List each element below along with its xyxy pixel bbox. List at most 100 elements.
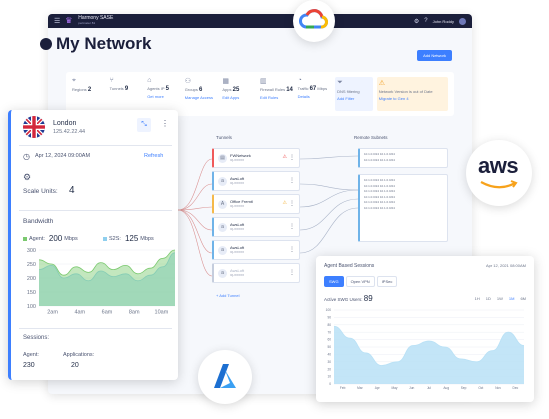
- more-options-icon[interactable]: ⋮: [289, 200, 295, 207]
- y-tick-label: 100: [27, 304, 36, 310]
- google-cloud-badge: [293, 0, 335, 42]
- x-tick-label: Jun: [409, 386, 414, 390]
- x-tick-label: Jul: [427, 386, 431, 390]
- y-tick-label: 30: [327, 360, 331, 364]
- clock-icon: ◷: [23, 152, 30, 161]
- tunnel-item[interactable]: a AwsLoft IQ-XXXXX ⋮: [212, 240, 300, 260]
- subnet-group[interactable]: 10.1.0.0/24 10.1.0.0/24 10.1.0.0/24 10.1…: [358, 174, 448, 242]
- scale-units-icon: ⚙: [23, 172, 32, 182]
- more-options-icon[interactable]: ⋮: [289, 223, 295, 230]
- sessions-app-value: 20: [71, 362, 79, 369]
- add-tunnel-link[interactable]: + Add Tunnel: [216, 293, 239, 298]
- time-range-selector: 1H 1D 1W 1M 6M: [475, 296, 526, 301]
- aws-smile-icon: [480, 180, 518, 189]
- y-tick-label: 0: [329, 382, 331, 386]
- tunnel-item[interactable]: a AwsLoft IQ-XXXXX ⋮: [212, 217, 300, 237]
- aws-badge: aws: [466, 140, 532, 206]
- tab-ipsec[interactable]: IPSec: [376, 276, 398, 287]
- range-6m[interactable]: 6M: [520, 296, 526, 301]
- page-title: My Network: [56, 34, 152, 53]
- fortinet-icon: ▤: [218, 154, 227, 163]
- more-options-icon[interactable]: ⋮: [161, 119, 169, 128]
- y-tick-label: 200: [27, 276, 36, 282]
- more-options-icon[interactable]: ⋮: [289, 177, 295, 184]
- x-tick-label: Dec: [513, 386, 519, 390]
- network-icon: [40, 38, 52, 50]
- range-1h[interactable]: 1H: [475, 296, 480, 301]
- x-tick-label: Oct: [478, 386, 483, 390]
- x-tick-label: Sep: [461, 386, 467, 390]
- y-tick-label: 150: [27, 290, 36, 296]
- y-tick-label: 300: [27, 248, 36, 254]
- session-type-tabs: SWG Open VPN IPSec: [324, 276, 398, 287]
- region-city: London: [53, 120, 77, 127]
- tunnel-item[interactable]: ▤ FWNetwork IQ-XXXXX ⚠ ⋮: [212, 148, 300, 168]
- sessions-agent-label: Agent:: [23, 352, 39, 358]
- azure-icon: [214, 364, 236, 388]
- series-area: [334, 326, 524, 384]
- s2s-legend-swatch: [103, 236, 107, 241]
- aws-icon: a: [218, 177, 227, 186]
- warning-icon: ⚠: [282, 200, 287, 206]
- y-tick-label: 90: [327, 315, 331, 319]
- y-tick-label: 10: [327, 375, 331, 379]
- london-region-card: London 125.42.22.44 ⤡ ⋮ ◷ Apr 12, 2024 0…: [8, 110, 178, 380]
- agent-sessions-date: Apr 12, 2021 08:00AM: [485, 263, 526, 268]
- tunnel-item[interactable]: a AwsLoft IQ-XXXXX ⋮: [212, 263, 300, 283]
- y-tick-label: 40: [327, 352, 331, 356]
- divider: [19, 328, 172, 329]
- region-ip: 125.42.22.44: [53, 129, 86, 135]
- sessions-label: Sessions:: [23, 335, 50, 341]
- agent-sessions-chart: 0 10 20 30 40 50 60 70 80 90 100 Feb Mar Apr May Jun Jul…: [326, 308, 525, 390]
- s2s-legend: S2S: 125 Mbps: [103, 234, 154, 243]
- refresh-button[interactable]: Refresh: [144, 153, 163, 159]
- region-date: Apr 12, 2024 09:00AM: [35, 153, 91, 159]
- error-icon: ⚠: [282, 154, 287, 160]
- agent-legend: Agent: 200 Mbps: [23, 234, 78, 243]
- more-options-icon[interactable]: ⋮: [289, 154, 295, 161]
- x-tick-label: Apr: [375, 386, 381, 390]
- series-area: [39, 250, 175, 306]
- more-options-icon[interactable]: ⋮: [289, 246, 295, 253]
- x-tick-label: 8am: [129, 310, 140, 316]
- bandwidth-chart: 100 150 200 250 300 2am 4am 6am 8am 10am: [27, 248, 176, 316]
- range-1m[interactable]: 1M: [509, 296, 515, 301]
- sessions-agent-value: 230: [23, 362, 35, 369]
- tunnel-item[interactable]: a AwsLoft IQ-XXXXX ⋮: [212, 171, 300, 191]
- divider: [19, 210, 172, 211]
- sessions-app-label: Applications:: [63, 352, 95, 358]
- subnet-group[interactable]: 10.1.0.0/24 10.1.0.0/24 10.1.0.0/24 10.1…: [358, 148, 448, 168]
- y-tick-label: 80: [327, 323, 331, 327]
- x-tick-label: 10am: [155, 310, 169, 316]
- y-tick-label: 250: [27, 262, 36, 268]
- x-tick-label: 4am: [74, 310, 85, 316]
- screenshot-stage: ☰ ♛ Harmony SASE perimeter 81 ⚙ ? John R…: [0, 0, 549, 419]
- google-cloud-icon: [299, 9, 329, 29]
- range-1w[interactable]: 1W: [497, 296, 503, 301]
- range-1d[interactable]: 1D: [486, 296, 491, 301]
- y-tick-label: 50: [327, 345, 331, 349]
- aws-icon: a: [218, 246, 227, 255]
- tab-swg[interactable]: SWG: [324, 276, 344, 287]
- aws-icon: a: [218, 223, 227, 232]
- scale-units-label: Scale Units:: [23, 188, 58, 195]
- x-tick-label: Feb: [340, 386, 346, 390]
- x-tick-label: 6am: [102, 310, 113, 316]
- remote-subnets-label: Remote Subnets: [354, 135, 388, 140]
- azure-icon: A: [218, 200, 227, 209]
- x-tick-label: 2am: [47, 310, 58, 316]
- x-tick-label: Aug: [443, 386, 449, 390]
- active-users-label: Active SWG Users: 89: [324, 294, 373, 303]
- tab-open-vpn[interactable]: Open VPN: [345, 276, 375, 287]
- aws-icon: a: [218, 269, 227, 278]
- tunnel-item[interactable]: A Office Fremtl IQ-XXXXX ⚠ ⋮: [212, 194, 300, 214]
- aws-logo-icon: aws: [478, 153, 519, 178]
- x-tick-label: Mar: [357, 386, 363, 390]
- more-options-icon[interactable]: ⋮: [289, 269, 295, 276]
- y-tick-label: 70: [327, 330, 331, 334]
- collapse-icon[interactable]: ⤡: [137, 118, 151, 132]
- divider: [19, 145, 172, 146]
- y-tick-label: 100: [326, 308, 332, 312]
- active-users-value: 89: [363, 294, 373, 303]
- x-tick-label: Nov: [495, 386, 501, 390]
